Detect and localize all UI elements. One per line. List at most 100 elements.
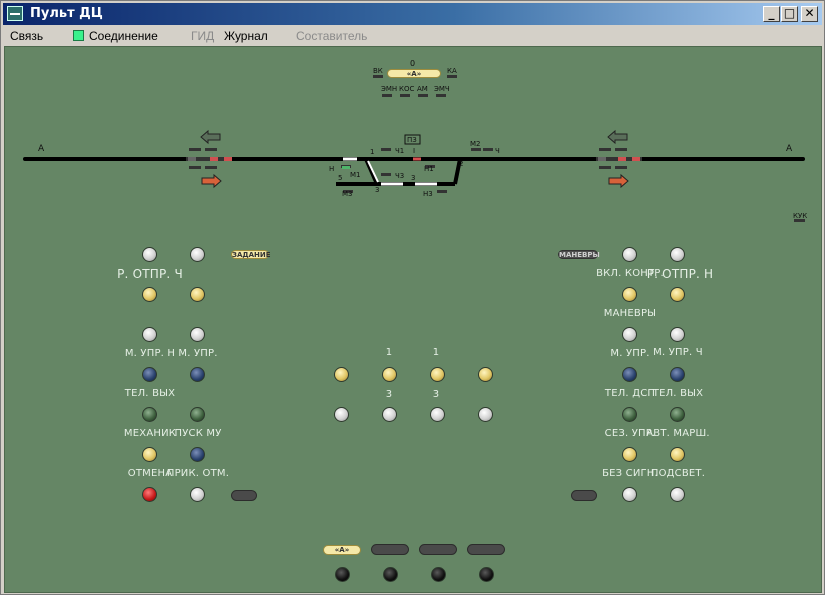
kuk-label: КУК: [793, 212, 808, 220]
label-avt-marsh: АВТ. МАРШ.: [646, 428, 710, 439]
lamp-left-5b[interactable]: [190, 407, 205, 422]
lamp-right-2b[interactable]: [670, 287, 685, 302]
app-icon: [7, 6, 23, 21]
control-panel: 0 ВК КА «А» ЭМН КОС АМ ЭМЧ А А ПЗ КУК 1 …: [4, 46, 822, 593]
lamp-left-7b[interactable]: [190, 487, 205, 502]
left-gray-button[interactable]: [231, 490, 257, 501]
label-ch1: Ч1: [395, 147, 405, 155]
lamp-bottom-1[interactable]: [335, 567, 350, 582]
lamp-right-7b[interactable]: [670, 487, 685, 502]
lamp-center-6[interactable]: [382, 407, 397, 422]
label-podsvet: ПОДСВЕТ.: [650, 468, 706, 479]
label-5: 5: [338, 174, 343, 182]
right-signal-light-2: [618, 157, 626, 161]
label-ch3: Ч3: [395, 172, 405, 180]
label-3: 3: [411, 174, 416, 182]
lamp-left-2b[interactable]: [190, 287, 205, 302]
left-a-label: А: [38, 144, 45, 154]
lamp-left-4a[interactable]: [142, 367, 157, 382]
label-prik-otm: ПРИК. ОТМ.: [166, 468, 230, 479]
pz-label: ПЗ: [407, 136, 417, 144]
lamp-left-7a[interactable]: [142, 487, 157, 502]
left-signal-light-2: [210, 157, 218, 161]
label-ch: Ч: [495, 147, 500, 155]
lamp-center-3[interactable]: [430, 367, 445, 382]
label-tel-vyh-left: ТЕЛ. ВЫХ: [124, 388, 176, 399]
lamp-right-6b[interactable]: [670, 447, 685, 462]
title-bar[interactable]: Пульт ДЦ _ □ ✕: [3, 3, 822, 25]
label-pusk-mu: ПУСК МУ: [174, 428, 222, 439]
main-window: Пульт ДЦ _ □ ✕ Связь Соединение ГИД Журн…: [0, 0, 825, 595]
label-3b: 3: [375, 186, 380, 194]
label-n3: Н3: [423, 190, 433, 198]
label-2: 2: [459, 160, 464, 168]
lamp-right-2a[interactable]: [622, 287, 637, 302]
label-tel-vyh-right: ТЕЛ. ВЫХ: [652, 388, 704, 399]
label-track-1: I: [413, 147, 416, 155]
label-m-upr-ch: М. УПР. Ч: [653, 347, 703, 358]
label-m1: М1: [350, 171, 361, 179]
lamp-bottom-3[interactable]: [431, 567, 446, 582]
center-label-3b: 3: [432, 389, 440, 400]
label-m2: М2: [470, 140, 481, 148]
lamp-right-4b[interactable]: [670, 367, 685, 382]
right-gray-button[interactable]: [571, 490, 597, 501]
right-signal-light-1: [598, 157, 606, 161]
right-a-label: А: [786, 144, 793, 154]
lamp-bottom-2[interactable]: [383, 567, 398, 582]
minimize-button[interactable]: _: [763, 6, 780, 22]
lamp-left-5a[interactable]: [142, 407, 157, 422]
lamp-center-8[interactable]: [478, 407, 493, 422]
right-signal-light-3: [632, 157, 640, 161]
bottom-gray-button-1[interactable]: [371, 544, 409, 555]
lamp-center-7[interactable]: [430, 407, 445, 422]
maximize-button[interactable]: □: [781, 6, 798, 22]
menu-sostavitel[interactable]: Составитель: [296, 29, 367, 43]
label-m-upr-left: М. УПР.: [178, 348, 218, 359]
lamp-center-4[interactable]: [478, 367, 493, 382]
task-button[interactable]: ЗАДАНИЕ: [231, 250, 271, 259]
close-button[interactable]: ✕: [801, 6, 818, 22]
switch-1-3: [364, 158, 379, 185]
lamp-center-2[interactable]: [382, 367, 397, 382]
label-n1: Н1: [424, 165, 434, 173]
menu-soedinenie[interactable]: Соединение: [89, 29, 158, 43]
lamp-right-4a[interactable]: [622, 367, 637, 382]
lamp-left-3a[interactable]: [142, 327, 157, 342]
label-r-otpr-n: Р. ОТПР. Н: [646, 267, 714, 281]
left-arrow-icon: [200, 129, 221, 145]
lamp-right-3a[interactable]: [622, 327, 637, 342]
lamp-right-3b[interactable]: [670, 327, 685, 342]
menu-svyaz[interactable]: Связь: [10, 29, 43, 43]
lamp-bottom-4[interactable]: [479, 567, 494, 582]
lamp-left-4b[interactable]: [190, 367, 205, 382]
menu-bar: Связь Соединение ГИД Журнал Составитель: [3, 26, 822, 45]
green-signal-light: [342, 166, 350, 169]
lamp-left-1b[interactable]: [190, 247, 205, 262]
lamp-left-2a[interactable]: [142, 287, 157, 302]
lamp-left-1a[interactable]: [142, 247, 157, 262]
lamp-center-1[interactable]: [334, 367, 349, 382]
bottom-gray-button-3[interactable]: [467, 544, 505, 555]
maneuvers-button[interactable]: МАНЕВРЫ: [558, 250, 600, 259]
menu-gid[interactable]: ГИД: [191, 29, 214, 43]
lamp-left-3b[interactable]: [190, 327, 205, 342]
lamp-right-5b[interactable]: [670, 407, 685, 422]
lamp-right-5a[interactable]: [622, 407, 637, 422]
menu-zhurnal[interactable]: Журнал: [224, 29, 268, 43]
lamp-right-6a[interactable]: [622, 447, 637, 462]
bottom-gray-button-2[interactable]: [419, 544, 457, 555]
left-signal-light-1: [188, 157, 196, 161]
lamp-right-1a[interactable]: [622, 247, 637, 262]
lamp-center-5[interactable]: [334, 407, 349, 422]
right-bottom-arrow-icon: [608, 173, 629, 189]
window-title: Пульт ДЦ: [30, 6, 103, 21]
lamp-left-6a[interactable]: [142, 447, 157, 462]
lamp-right-1b[interactable]: [670, 247, 685, 262]
left-signal-light-3: [224, 157, 232, 161]
bottom-a-button[interactable]: «А»: [323, 545, 361, 555]
lamp-right-7a[interactable]: [622, 487, 637, 502]
label-m3: М3: [342, 190, 353, 198]
center-label-1b: 1: [432, 347, 440, 358]
lamp-left-6b[interactable]: [190, 447, 205, 462]
